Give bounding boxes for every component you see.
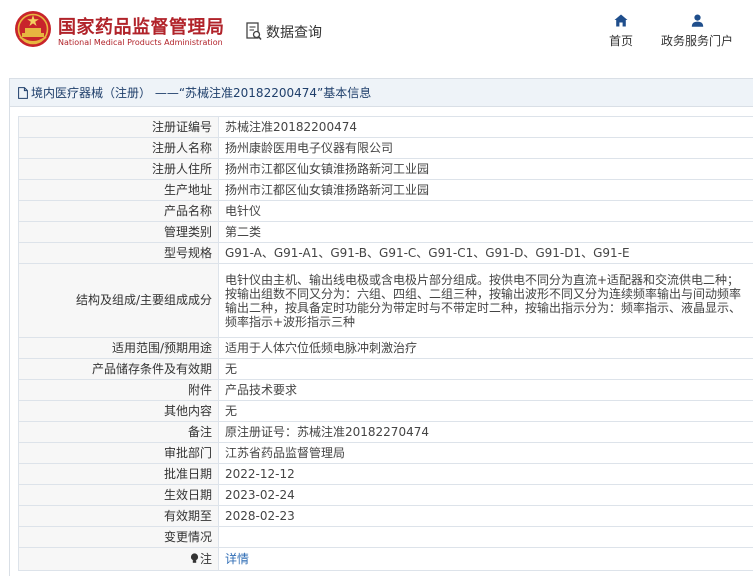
table-row: 生产地址 扬州市江都区仙女镇淮扬路新河工业园 [18,179,753,201]
row-value: 电针仪 [218,200,753,222]
row-value: 详情 [218,547,753,571]
row-label: 注册人名称 [18,137,219,159]
row-label: 管理类别 [18,221,219,243]
row-value: 无 [218,400,753,422]
table-row: 注册人名称 扬州康龄医用电子仪器有限公司 [18,137,753,159]
table-row: 审批部门 江苏省药品监督管理局 [18,442,753,464]
row-value: 适用于人体穴位低频电脉冲刺激治疗 [218,337,753,359]
nav-home[interactable]: 首页 [604,14,638,49]
site-header: 国家药品监督管理局 National Medical Products Admi… [0,0,753,64]
row-label: 其他内容 [18,400,219,422]
row-label-note: 注 [18,547,219,571]
row-label: 产品名称 [18,200,219,222]
row-value: 扬州康龄医用电子仪器有限公司 [218,137,753,159]
device-info-table: 注册证编号 苏械注准20182200474 注册人名称 扬州康龄医用电子仪器有限… [18,116,753,571]
row-value: 2028-02-23 [218,505,753,527]
row-label: 生效日期 [18,484,219,506]
row-value: 2022-12-12 [218,463,753,485]
row-value: 第二类 [218,221,753,243]
table-row: 其他内容 无 [18,400,753,422]
details-link[interactable]: 详情 [225,552,249,566]
nav-services-label: 政务服务门户 [660,34,733,48]
table-row: 管理类别 第二类 [18,221,753,243]
table-row: 注 详情 [18,547,753,571]
row-label: 结构及组成/主要组成成分 [18,263,219,338]
row-label: 注册人住所 [18,158,219,180]
device-info-panel: 境内医疗器械（注册） ——“苏械注准20182200474”基本信息 注册证编号… [9,78,753,576]
table-row: 批准日期 2022-12-12 [18,463,753,485]
row-label: 有效期至 [18,505,219,527]
bulb-icon [190,552,199,563]
table-row: 结构及组成/主要组成成分 电针仪由主机、输出线电极或含电极片部分组成。按供电不同… [18,263,753,338]
nav-home-label: 首页 [608,34,633,48]
panel-title: 境内医疗器械（注册） ——“苏械注准20182200474”基本信息 [10,79,753,107]
table-row: 变更情况 [18,526,753,548]
logo-title[interactable]: 国家药品监督管理局 [58,13,225,39]
row-value: G91-A、G91-A1、G91-B、G91-C、G91-C1、G91-D、G9… [218,242,753,264]
row-value: 电针仪由主机、输出线电极或含电极片部分组成。按供电不同分为直流+适配器和交流供电… [218,263,753,338]
table-row: 型号规格 G91-A、G91-A1、G91-B、G91-C、G91-C1、G91… [18,242,753,264]
table-row: 生效日期 2023-02-24 [18,484,753,506]
row-label: 变更情况 [18,526,219,548]
row-value: 无 [218,358,753,380]
row-label: 注册证编号 [18,116,219,138]
row-label: 审批部门 [18,442,219,464]
logo-subtitle: National Medical Products Administration [58,38,223,47]
user-icon [691,14,703,27]
data-query-label[interactable]: 数据查询 [266,22,322,42]
home-icon [614,14,628,27]
table-row: 产品名称 电针仪 [18,200,753,222]
row-value: 2023-02-24 [218,484,753,506]
row-label: 型号规格 [18,242,219,264]
data-query-icon [246,22,262,40]
row-label: 生产地址 [18,179,219,201]
table-row: 附件 产品技术要求 [18,379,753,401]
panel-title-text: 境内医疗器械（注册） ——“苏械注准20182200474”基本信息 [31,86,372,100]
document-icon [18,86,28,99]
row-value: 苏械注准20182200474 [218,116,753,138]
note-label: 注 [199,551,212,566]
table-row: 注册人住所 扬州市江都区仙女镇淮扬路新河工业园 [18,158,753,180]
row-value: 扬州市江都区仙女镇淮扬路新河工业园 [218,179,753,201]
row-label: 备注 [18,421,219,443]
row-value: 产品技术要求 [218,379,753,401]
national-emblem-icon [15,11,51,47]
table-row: 产品储存条件及有效期 无 [18,358,753,380]
row-value [218,526,753,548]
table-row: 备注 原注册证号：苏械注准20182270474 [18,421,753,443]
table-row: 适用范围/预期用途 适用于人体穴位低频电脉冲刺激治疗 [18,337,753,359]
row-value: 扬州市江都区仙女镇淮扬路新河工业园 [218,158,753,180]
row-label: 产品储存条件及有效期 [18,358,219,380]
table-row: 注册证编号 苏械注准20182200474 [18,116,753,138]
nav-services-portal[interactable]: 政务服务门户 [656,14,738,49]
table-row: 有效期至 2028-02-23 [18,505,753,527]
row-label: 附件 [18,379,219,401]
row-label: 批准日期 [18,463,219,485]
row-label: 适用范围/预期用途 [18,337,219,359]
row-value: 江苏省药品监督管理局 [218,442,753,464]
row-value: 原注册证号：苏械注准20182270474 [218,421,753,443]
